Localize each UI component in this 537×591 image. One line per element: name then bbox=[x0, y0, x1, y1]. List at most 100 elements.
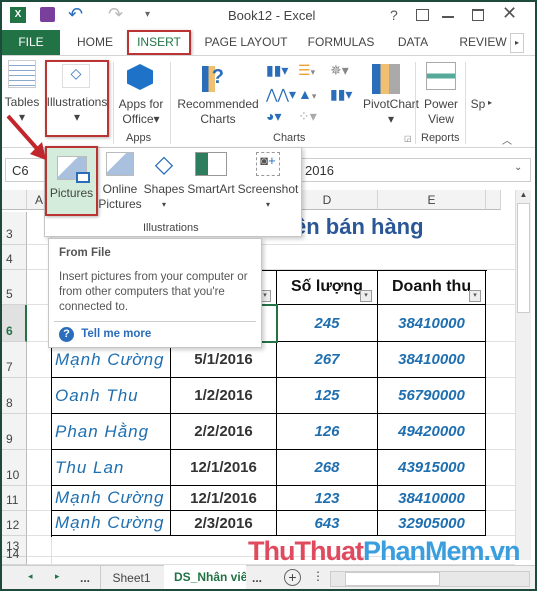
sparklines-button[interactable]: Sp bbox=[467, 97, 489, 112]
column-header-e[interactable]: E bbox=[378, 190, 486, 210]
pie-chart-icon[interactable]: ◕▾ bbox=[266, 108, 281, 125]
cell-date[interactable]: 12/1/2016 bbox=[171, 486, 277, 511]
tab-file[interactable]: FILE bbox=[2, 30, 60, 55]
cell-date[interactable]: 2/2/2016 bbox=[171, 414, 277, 450]
filter-dropdown-icon[interactable]: ▾ bbox=[360, 290, 372, 302]
tab-split-handle[interactable]: ⋮ bbox=[312, 569, 324, 583]
office-label: Office bbox=[122, 112, 154, 126]
cell-qty[interactable]: 245 bbox=[277, 305, 378, 342]
line-chart-icon[interactable]: ⋀⋀▾ bbox=[266, 86, 296, 103]
row-header[interactable]: 8 bbox=[0, 378, 27, 414]
bar-chart-icon[interactable]: ☰▾ bbox=[298, 62, 315, 79]
cell-revenue[interactable]: 38410000 bbox=[378, 305, 486, 342]
apps-for-office-button[interactable]: Apps for Office▾ bbox=[116, 97, 166, 127]
row-header[interactable]: 3 bbox=[0, 212, 27, 245]
undo-icon[interactable]: ↶ bbox=[68, 4, 83, 25]
more-sheets-left[interactable]: ... bbox=[80, 571, 90, 585]
divider bbox=[113, 62, 114, 144]
online-pictures-button[interactable]: Online Pictures bbox=[97, 152, 143, 212]
row-header[interactable]: 6 bbox=[0, 305, 27, 342]
row-header[interactable]: 4 bbox=[0, 245, 27, 270]
save-icon[interactable] bbox=[40, 7, 55, 22]
row-header[interactable]: 7 bbox=[0, 342, 27, 378]
expand-formula-icon[interactable]: ⌄ bbox=[514, 162, 522, 173]
cell-date[interactable]: 2/3/2016 bbox=[171, 511, 277, 536]
more-sheets-right[interactable]: ... bbox=[252, 571, 262, 585]
column-header-f[interactable] bbox=[486, 190, 501, 210]
sheet-tab-sheet1[interactable]: Sheet1 bbox=[100, 566, 162, 591]
cell-revenue[interactable]: 49420000 bbox=[378, 414, 486, 450]
cell-name[interactable]: Phan Hằng bbox=[51, 414, 171, 450]
area-chart-icon[interactable]: ▲▾ bbox=[298, 86, 316, 102]
cell-name[interactable]: Thu Lan bbox=[51, 450, 171, 486]
cell-name[interactable]: Mạnh Cường bbox=[51, 486, 171, 511]
tab-home[interactable]: HOME bbox=[66, 30, 124, 55]
cell-revenue[interactable]: 38410000 bbox=[378, 486, 486, 511]
cell-revenue[interactable]: 38410000 bbox=[378, 342, 486, 378]
redo-icon[interactable]: ↷ bbox=[108, 4, 123, 25]
row-header[interactable]: 12 bbox=[0, 511, 27, 536]
sheet-tab-active[interactable]: DS_Nhân viê bbox=[164, 565, 246, 591]
close-button[interactable]: ✕ bbox=[502, 3, 517, 24]
tell-me-more-link[interactable]: ? Tell me more bbox=[54, 321, 256, 342]
minimize-button[interactable] bbox=[442, 16, 454, 18]
filter-dropdown-icon[interactable]: ▾ bbox=[469, 290, 481, 302]
cell-qty[interactable]: 126 bbox=[277, 414, 378, 450]
combo-chart-icon[interactable]: ▮▮▾ bbox=[330, 86, 352, 103]
tab-data[interactable]: DATA bbox=[392, 30, 434, 55]
recommended-charts-button[interactable]: Recommended Charts bbox=[174, 97, 262, 127]
watermark-logo: ThuThuatPhanMem.vn bbox=[248, 536, 521, 567]
cell-qty[interactable]: 125 bbox=[277, 378, 378, 414]
customize-qat-icon[interactable]: ▾ bbox=[145, 9, 150, 20]
apps-label: Apps for bbox=[118, 97, 164, 111]
ribbon-scroll-right[interactable]: ▸ bbox=[488, 98, 492, 107]
tab-formulas[interactable]: FORMULAS bbox=[305, 30, 377, 55]
cell-revenue[interactable]: 32905000 bbox=[378, 511, 486, 536]
cell-revenue[interactable]: 43915000 bbox=[378, 450, 486, 486]
smartart-label: SmartArt bbox=[187, 182, 235, 196]
cell-qty[interactable]: 268 bbox=[277, 450, 378, 486]
scroll-up-icon[interactable]: ▲ bbox=[516, 190, 531, 199]
ribbon-display-icon[interactable] bbox=[416, 9, 429, 21]
row-header[interactable]: 5 bbox=[0, 270, 27, 305]
cell-qty[interactable]: 123 bbox=[277, 486, 378, 511]
recommended-label: Recommended bbox=[177, 97, 259, 111]
screenshot-button[interactable]: ◙+ Screenshot ▾ bbox=[237, 152, 299, 212]
cell-name[interactable]: Mạnh Cường bbox=[51, 511, 171, 536]
cell-name[interactable]: Oanh Thu bbox=[51, 378, 171, 414]
collapse-ribbon-icon[interactable]: ︿ bbox=[502, 132, 512, 147]
tab-review[interactable]: REVIEW bbox=[450, 30, 516, 55]
cell-qty[interactable]: 267 bbox=[277, 342, 378, 378]
tab-page-layout[interactable]: PAGE LAYOUT bbox=[200, 30, 292, 55]
cell-qty[interactable]: 643 bbox=[277, 511, 378, 536]
horizontal-scrollbar[interactable] bbox=[330, 571, 530, 587]
cell-date[interactable]: 12/1/2016 bbox=[171, 450, 277, 486]
column-chart-icon[interactable]: ▮▮▾ bbox=[266, 62, 288, 79]
shapes-button[interactable]: ◇ Shapes ▾ bbox=[143, 152, 185, 212]
vertical-scrollbar[interactable]: ▲ bbox=[515, 190, 531, 560]
pivotchart-label: PivotChart bbox=[362, 97, 420, 111]
maximize-button[interactable] bbox=[472, 9, 484, 21]
online-pictures-label: Pictures bbox=[98, 197, 142, 211]
scroll-thumb[interactable] bbox=[517, 203, 530, 313]
title-bar: X ↶ ↷ ▾ Book12 - Excel ? ✕ bbox=[0, 0, 537, 30]
cell-revenue[interactable]: 56790000 bbox=[378, 378, 486, 414]
radar-chart-icon[interactable]: ✵▾ bbox=[330, 62, 349, 79]
next-sheet-icon[interactable]: ▸ bbox=[55, 571, 60, 582]
tab-insert[interactable]: INSERT bbox=[127, 30, 191, 55]
row-header[interactable]: 10 bbox=[0, 450, 27, 486]
smartart-button[interactable]: SmartArt bbox=[185, 152, 237, 197]
row-header[interactable]: 14 bbox=[0, 547, 27, 565]
scatter-chart-icon[interactable]: ⁘▾ bbox=[298, 108, 317, 125]
help-button[interactable]: ? bbox=[390, 7, 398, 23]
cell-date[interactable]: 1/2/2016 bbox=[171, 378, 277, 414]
row-header[interactable]: 11 bbox=[0, 486, 27, 511]
tab-scroll-right[interactable]: ▸ bbox=[510, 33, 524, 53]
prev-sheet-icon[interactable]: ◂ bbox=[28, 571, 33, 582]
dialog-launcher-icon[interactable]: ◲ bbox=[404, 134, 412, 143]
row-header[interactable]: 9 bbox=[0, 414, 27, 450]
h-scroll-thumb[interactable] bbox=[345, 572, 440, 586]
select-all[interactable] bbox=[0, 190, 27, 210]
new-sheet-icon[interactable]: + bbox=[284, 569, 301, 586]
power-view-button[interactable]: Power View bbox=[420, 97, 462, 127]
